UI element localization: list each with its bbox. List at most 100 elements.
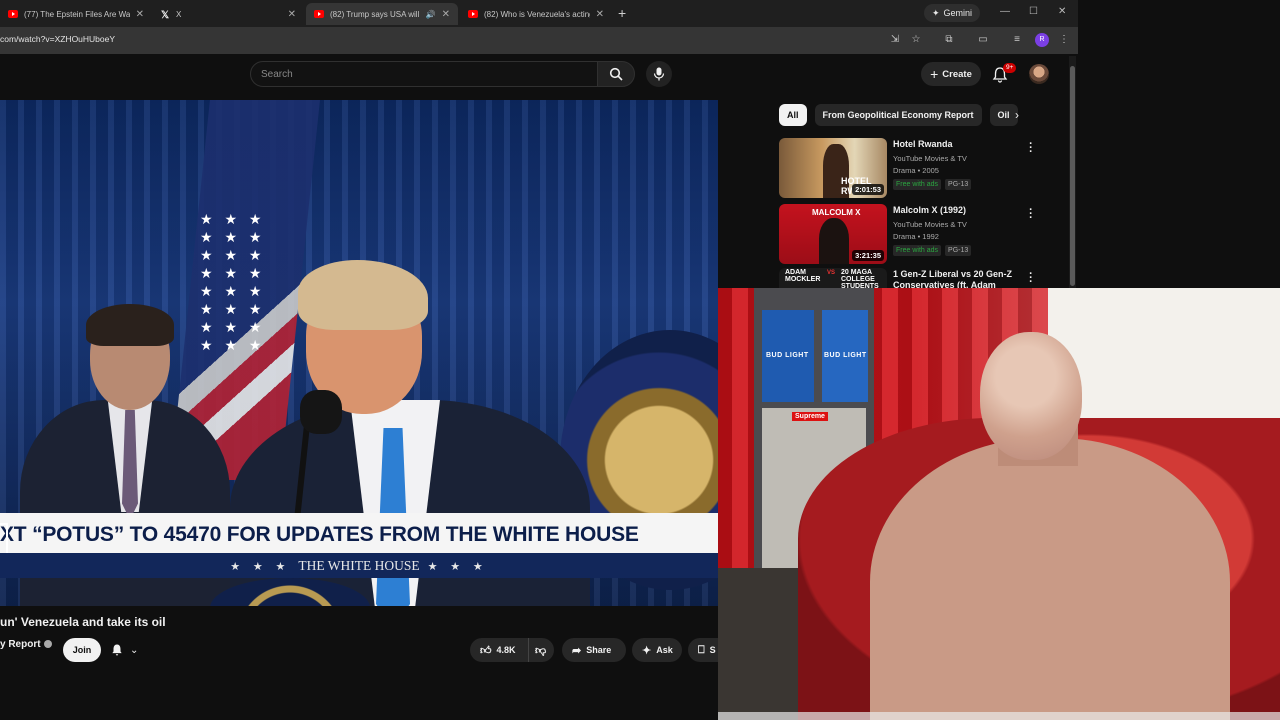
tab-title: (82) Trump says USA will 'ru xyxy=(330,9,422,19)
lower-third-banner: XT “POTUS” TO 45470 FOR UPDATES FROM THE… xyxy=(0,513,718,553)
more-actions-icon[interactable]: · · · xyxy=(1029,205,1033,224)
bookmark-star-icon[interactable]: ☆ xyxy=(910,34,922,46)
create-button[interactable]: + Create xyxy=(921,62,981,86)
video-thumbnail[interactable]: ADAM MOCKLER VS 20 MAGA COLLEGE STUDENTS xyxy=(779,268,887,288)
x-icon: 𝕏 xyxy=(160,10,170,21)
filter-chips: All From Geopolitical Economy Report Oil xyxy=(779,104,1018,126)
bud-light-box: BUD LIGHT xyxy=(822,310,868,402)
recommendation-title: 1 Gen-Z Liberal vs 20 Gen-Z Conservative… xyxy=(893,269,1013,288)
profile-avatar[interactable]: R xyxy=(1035,33,1049,47)
banner-stars-right: ★ ★ ★ xyxy=(427,561,488,573)
tab-epstein-files[interactable]: (77) The Epstein Files Are Way ✕ xyxy=(0,3,152,25)
plus-icon: + xyxy=(930,66,939,82)
chip-all[interactable]: All xyxy=(779,104,807,126)
channel-name[interactable]: y Report xyxy=(0,639,52,650)
like-count: 4.8K xyxy=(496,645,516,655)
close-icon[interactable]: ✕ xyxy=(596,9,604,20)
close-icon[interactable]: ✕ xyxy=(136,9,144,20)
bud-light-box: BUD LIGHT xyxy=(762,310,814,402)
speaker-icon[interactable]: 🔊 xyxy=(426,10,436,19)
tab-trump-venezuela[interactable]: (82) Trump says USA will 'ru 🔊 ✕ xyxy=(306,3,458,25)
recommendation-title: Hotel Rwanda xyxy=(893,139,953,149)
tab-venezuela-acting[interactable]: (82) Who is Venezuela's acting ✕ xyxy=(460,3,612,25)
chip-from-channel[interactable]: From Geopolitical Economy Report xyxy=(814,104,982,126)
banner-text: XT “POTUS” TO 45470 FOR UPDATES FROM THE… xyxy=(0,523,639,546)
recommendation-item[interactable]: MALCOLM X 3:21:35 Malcolm X (1992) YouTu… xyxy=(779,204,1049,266)
address-bar: com/watch?v=XZHOuHUboeY ⇲ ☆ ⧉ ▭ ≡ R ⋮ xyxy=(0,27,1078,54)
like-button[interactable]: 👍︎ 4.8K xyxy=(470,638,528,662)
subscription-bell-button[interactable]: ⌄ xyxy=(110,640,152,660)
close-icon[interactable]: ✕ xyxy=(288,9,296,20)
chip-oil[interactable]: Oil xyxy=(989,104,1018,126)
recommendation-channel: YouTube Movies & TV xyxy=(893,220,967,229)
free-with-ads-badge: Free with ads xyxy=(893,245,942,256)
page-scrollbar[interactable] xyxy=(1069,56,1076,288)
webcam-overlay: BUD LIGHT BUD LIGHT Supreme xyxy=(718,288,1280,720)
thumbnail-title: MALCOLM X xyxy=(812,208,861,217)
new-tab-button[interactable]: + xyxy=(618,5,626,21)
install-app-icon[interactable]: ⇲ xyxy=(889,34,901,46)
thumbnail-vs-label: VS xyxy=(827,270,836,276)
tab-title: (77) The Epstein Files Are Way xyxy=(24,9,130,19)
save-button[interactable]: ⎕ S xyxy=(688,638,718,662)
recommendation-tags: Free with ads PG-13 xyxy=(893,179,972,190)
sparkle-icon: ✦ xyxy=(642,644,652,657)
gemini-icon: ✦ xyxy=(932,7,940,18)
create-label: Create xyxy=(942,68,972,80)
maximize-icon[interactable]: ☐ xyxy=(1029,6,1038,17)
share-arrow-icon: ➦ xyxy=(572,644,582,657)
ask-button[interactable]: ✦ Ask xyxy=(632,638,682,662)
media-controls-icon[interactable]: ≡ xyxy=(1011,34,1023,46)
tab-x[interactable]: 𝕏 X ✕ xyxy=(152,3,304,25)
banner-stars-left: ★ ★ ★ xyxy=(230,561,291,573)
sidepanel-icon[interactable]: ▭ xyxy=(977,34,989,46)
more-actions-icon[interactable]: · · · xyxy=(1029,269,1033,288)
thumbnail-figure xyxy=(819,218,849,264)
minimize-icon[interactable]: — xyxy=(1000,6,1010,17)
chevron-right-icon[interactable]: › xyxy=(1015,108,1019,122)
browser-tab-strip: (77) The Epstein Files Are Way ✕ 𝕏 X ✕ (… xyxy=(0,0,1078,27)
search-input[interactable]: Search xyxy=(250,61,598,87)
hair xyxy=(86,304,174,346)
box-label: BUD LIGHT xyxy=(824,352,867,359)
video-player[interactable]: ★ ★ ★ ★ ★ ★ ★ ★ ★ ★ ★ ★ ★ ★ ★ ★ ★ ★ ★ ★ ★ ★ ★ ★… xyxy=(0,100,718,606)
extensions-icon[interactable]: ⧉ xyxy=(943,34,955,46)
search-icon xyxy=(609,67,623,81)
streamer-head xyxy=(980,332,1082,460)
voice-search-button[interactable] xyxy=(646,61,672,87)
box-label: BUD LIGHT xyxy=(766,352,809,359)
streamer-torso xyxy=(870,438,1230,720)
youtube-icon xyxy=(8,10,18,18)
webcam-bottom-edge xyxy=(718,712,1280,720)
url-field[interactable]: com/watch?v=XZHOuHUboeY xyxy=(0,34,115,44)
dislike-button[interactable]: 👎︎ xyxy=(528,638,554,662)
gemini-button[interactable]: ✦ Gemini xyxy=(924,4,981,22)
scrollbar-thumb[interactable] xyxy=(1070,66,1075,286)
account-avatar[interactable] xyxy=(1029,64,1049,84)
notification-badge: 9+ xyxy=(1003,63,1017,73)
duration-badge: 2:01:53 xyxy=(852,184,884,195)
share-button[interactable]: ➦ Share xyxy=(562,638,626,662)
tab-title: (82) Who is Venezuela's acting xyxy=(484,9,590,19)
verified-icon xyxy=(43,640,52,648)
video-thumbnail[interactable]: HOTEL RW 2:01:53 xyxy=(779,138,887,198)
window-close-icon[interactable]: ✕ xyxy=(1058,6,1066,17)
bookmark-icon: ⎕ xyxy=(698,643,705,656)
screen: (77) The Epstein Files Are Way ✕ 𝕏 X ✕ (… xyxy=(0,0,1280,720)
recommendation-item[interactable]: HOTEL RW 2:01:53 Hotel Rwanda YouTube Mo… xyxy=(779,138,1049,200)
tab-title: X xyxy=(176,9,182,19)
podium-microphone xyxy=(300,390,342,434)
recommendation-meta: Drama • 2005 xyxy=(893,166,939,175)
close-icon[interactable]: ✕ xyxy=(442,9,450,20)
thumbnail-left-label: ADAM MOCKLER xyxy=(785,269,821,283)
video-thumbnail[interactable]: MALCOLM X 3:21:35 xyxy=(779,204,887,264)
hair xyxy=(298,260,428,330)
join-button[interactable]: Join xyxy=(63,638,101,662)
menu-kebab-icon[interactable]: ⋮ xyxy=(1058,34,1070,46)
gemini-label: Gemini xyxy=(943,8,973,18)
bell-icon xyxy=(112,644,122,656)
more-actions-icon[interactable]: · · · xyxy=(1029,139,1033,158)
rating-badge: PG-13 xyxy=(945,179,972,190)
search-button[interactable] xyxy=(597,61,635,87)
recommendation-item[interactable]: ADAM MOCKLER VS 20 MAGA COLLEGE STUDENTS… xyxy=(779,268,1049,288)
